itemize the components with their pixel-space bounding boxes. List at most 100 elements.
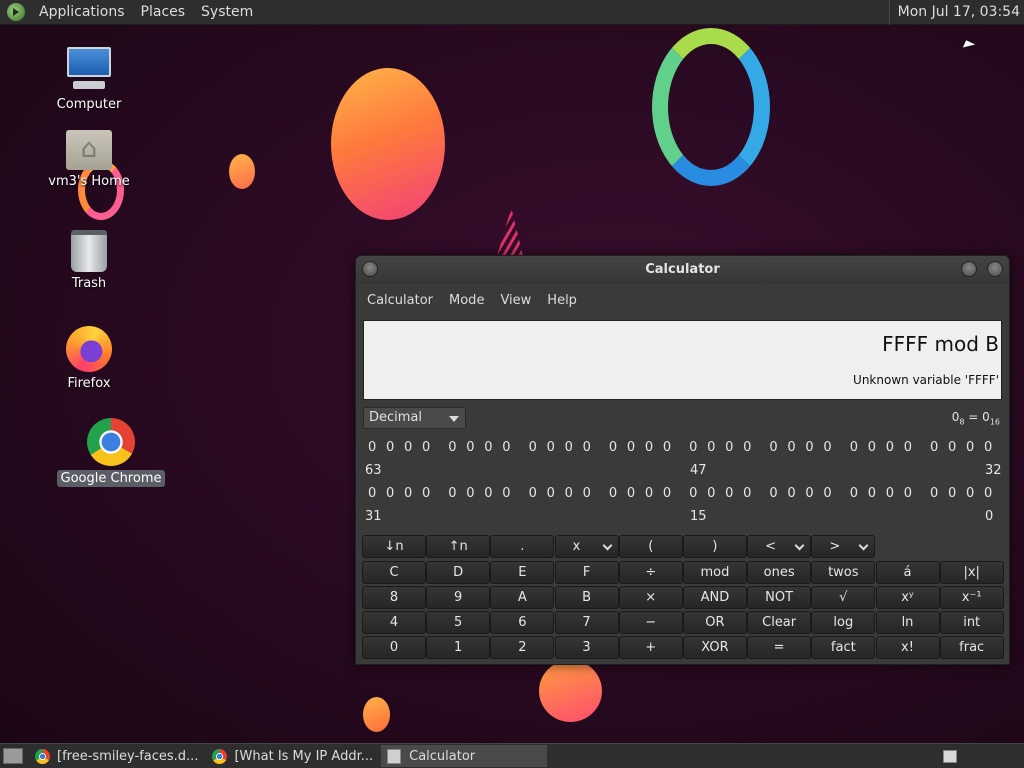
bit-digit[interactable]: 0 bbox=[609, 440, 627, 455]
bit-digit[interactable]: 0 bbox=[547, 486, 565, 501]
menu-help[interactable]: Help bbox=[539, 293, 585, 308]
calc-key-button[interactable]: √ bbox=[811, 586, 876, 609]
calc-key-button[interactable]: 0 bbox=[362, 636, 426, 659]
bit-digit[interactable]: 0 bbox=[868, 486, 886, 501]
bit-digit[interactable]: 0 bbox=[466, 486, 484, 501]
bit-digit[interactable]: 0 bbox=[948, 440, 966, 455]
close-paren-button[interactable]: ) bbox=[682, 535, 747, 558]
desktop-icon-chrome[interactable]: Google Chrome bbox=[56, 418, 166, 487]
bit-digit[interactable]: 0 bbox=[484, 440, 502, 455]
bit-digit[interactable]: 0 bbox=[663, 486, 681, 501]
shift-left-button[interactable]: ↓n bbox=[362, 535, 426, 558]
bit-digit[interactable]: 0 bbox=[707, 440, 725, 455]
bit-digit[interactable]: 0 bbox=[368, 440, 386, 455]
workspace-switcher-icon[interactable] bbox=[943, 750, 957, 763]
greater-than-dropdown-button[interactable]: > bbox=[811, 535, 876, 558]
taskbar-item-calculator[interactable]: Calculator bbox=[381, 745, 548, 767]
bit-digit[interactable]: 0 bbox=[529, 440, 547, 455]
bit-digit[interactable]: 0 bbox=[627, 486, 645, 501]
bit-digit[interactable]: 0 bbox=[886, 486, 904, 501]
bit-digit[interactable]: 0 bbox=[565, 440, 583, 455]
bit-digit[interactable]: 0 bbox=[823, 440, 841, 455]
calc-key-button[interactable]: |x| bbox=[939, 561, 1004, 584]
calculator-display[interactable]: FFFF mod B Unknown variable 'FFFF' bbox=[363, 320, 1002, 400]
bit-digit[interactable]: 0 bbox=[583, 486, 601, 501]
bit-digit[interactable]: 0 bbox=[404, 486, 422, 501]
calc-key-button[interactable]: × bbox=[618, 586, 683, 609]
bit-digit[interactable]: 0 bbox=[386, 440, 404, 455]
calc-key-button[interactable]: log bbox=[811, 611, 876, 634]
bit-digit[interactable]: 0 bbox=[930, 440, 948, 455]
bit-digit[interactable]: 0 bbox=[583, 440, 601, 455]
calc-key-button[interactable]: x! bbox=[875, 636, 940, 659]
bit-digit[interactable]: 0 bbox=[850, 486, 868, 501]
calc-key-button[interactable]: NOT bbox=[747, 586, 812, 609]
bit-digit[interactable]: 0 bbox=[725, 440, 743, 455]
bit-digit[interactable]: 0 bbox=[689, 486, 707, 501]
bit-digit[interactable]: 0 bbox=[422, 440, 440, 455]
bit-digit[interactable]: 0 bbox=[850, 440, 868, 455]
number-base-select[interactable]: Decimal bbox=[363, 407, 466, 429]
calc-key-button[interactable]: 5 bbox=[426, 611, 491, 634]
bit-digit[interactable]: 0 bbox=[448, 486, 466, 501]
subscript-dropdown-button[interactable]: x bbox=[554, 535, 619, 558]
bit-digit[interactable]: 0 bbox=[627, 440, 645, 455]
bit-digit[interactable]: 0 bbox=[769, 440, 787, 455]
bit-digit[interactable]: 0 bbox=[448, 440, 466, 455]
bit-digit[interactable]: 0 bbox=[769, 486, 787, 501]
bit-digit[interactable]: 0 bbox=[743, 440, 761, 455]
bit-digit[interactable]: 0 bbox=[386, 486, 404, 501]
taskbar-item-chrome-1[interactable]: [free-smiley-faces.d... bbox=[29, 745, 204, 767]
bit-digit[interactable]: 0 bbox=[404, 440, 422, 455]
menu-mode[interactable]: Mode bbox=[441, 293, 492, 308]
window-titlebar[interactable]: Calculator bbox=[356, 256, 1009, 284]
bit-digit[interactable]: 0 bbox=[984, 486, 1002, 501]
bit-digit[interactable]: 0 bbox=[966, 486, 984, 501]
calc-key-button[interactable]: Clear bbox=[747, 611, 812, 634]
desktop-icon-computer[interactable]: Computer bbox=[34, 45, 144, 112]
calc-key-button[interactable]: fact bbox=[811, 636, 876, 659]
window-menu-button[interactable] bbox=[362, 261, 378, 277]
calc-key-button[interactable]: 1 bbox=[426, 636, 491, 659]
bit-digit[interactable]: 0 bbox=[787, 486, 805, 501]
menu-applications[interactable]: Applications bbox=[31, 0, 133, 25]
calc-key-button[interactable]: = bbox=[747, 636, 812, 659]
bit-digit[interactable]: 0 bbox=[805, 486, 823, 501]
bit-digit[interactable]: 0 bbox=[689, 440, 707, 455]
calc-key-button[interactable]: mod bbox=[682, 561, 747, 584]
calc-key-button[interactable]: C bbox=[362, 561, 426, 584]
calc-key-button[interactable]: ln bbox=[875, 611, 940, 634]
open-paren-button[interactable]: ( bbox=[618, 535, 683, 558]
calc-key-button[interactable]: xʸ bbox=[875, 586, 940, 609]
bit-digit[interactable]: 0 bbox=[707, 486, 725, 501]
desktop-icon-firefox[interactable]: Firefox bbox=[34, 326, 144, 391]
calc-key-button[interactable]: x⁻¹ bbox=[939, 586, 1004, 609]
calc-key-button[interactable]: 6 bbox=[490, 611, 555, 634]
bit-digit[interactable]: 0 bbox=[565, 486, 583, 501]
menu-calculator[interactable]: Calculator bbox=[359, 293, 441, 308]
bit-digit[interactable]: 0 bbox=[645, 440, 663, 455]
bit-digit[interactable]: 0 bbox=[823, 486, 841, 501]
bit-digit[interactable]: 0 bbox=[966, 440, 984, 455]
calc-key-button[interactable]: 9 bbox=[426, 586, 491, 609]
bit-digit[interactable]: 0 bbox=[904, 486, 922, 501]
distro-logo-icon[interactable] bbox=[7, 3, 25, 21]
calc-key-button[interactable]: 2 bbox=[490, 636, 555, 659]
taskbar-item-chrome-2[interactable]: [What Is My IP Addr... bbox=[206, 745, 379, 767]
bit-digit[interactable]: 0 bbox=[547, 440, 565, 455]
bit-digit[interactable]: 0 bbox=[484, 486, 502, 501]
calc-key-button[interactable]: 7 bbox=[554, 611, 619, 634]
calc-key-button[interactable]: F bbox=[554, 561, 619, 584]
calc-key-button[interactable]: 8 bbox=[362, 586, 426, 609]
calc-key-button[interactable]: A bbox=[490, 586, 555, 609]
bit-digit[interactable]: 0 bbox=[422, 486, 440, 501]
bit-digit[interactable]: 0 bbox=[466, 440, 484, 455]
calc-key-button[interactable]: OR bbox=[682, 611, 747, 634]
bit-display-upper[interactable]: 00000000000000000000000000000000 bbox=[368, 440, 1002, 455]
bit-digit[interactable]: 0 bbox=[645, 486, 663, 501]
bit-digit[interactable]: 0 bbox=[805, 440, 823, 455]
bit-digit[interactable]: 0 bbox=[368, 486, 386, 501]
bit-digit[interactable]: 0 bbox=[502, 440, 520, 455]
bit-digit[interactable]: 0 bbox=[886, 440, 904, 455]
calc-key-button[interactable]: int bbox=[939, 611, 1004, 634]
